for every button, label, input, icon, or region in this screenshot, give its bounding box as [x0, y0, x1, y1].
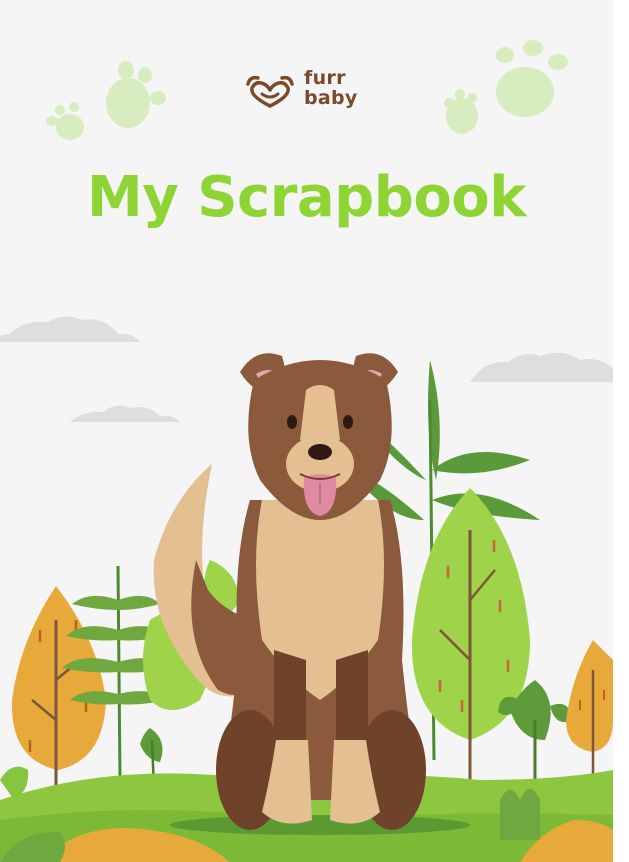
paw-print-icon [444, 89, 478, 134]
cloud-icon [70, 405, 180, 422]
tree-icon [566, 640, 613, 790]
cloud-icon [0, 316, 140, 342]
cover-illustration [0, 40, 613, 862]
page-title: My Scrapbook [86, 165, 527, 230]
cloud-icon [470, 352, 613, 382]
paw-print-icon [106, 61, 166, 128]
brand-name: furr baby [304, 68, 358, 108]
paw-print-icon [46, 102, 84, 140]
furrbaby-logo: furr baby [244, 68, 374, 114]
paw-print-icon [496, 40, 568, 117]
scrapbook-cover: furr baby My Scrapbook [0, 0, 613, 862]
dog-illustration [153, 353, 426, 830]
heart-paw-icon [246, 75, 294, 108]
brand-name-line1: furr [304, 67, 346, 89]
brand-name-line2: baby [304, 87, 358, 109]
tree-icon [411, 488, 530, 780]
